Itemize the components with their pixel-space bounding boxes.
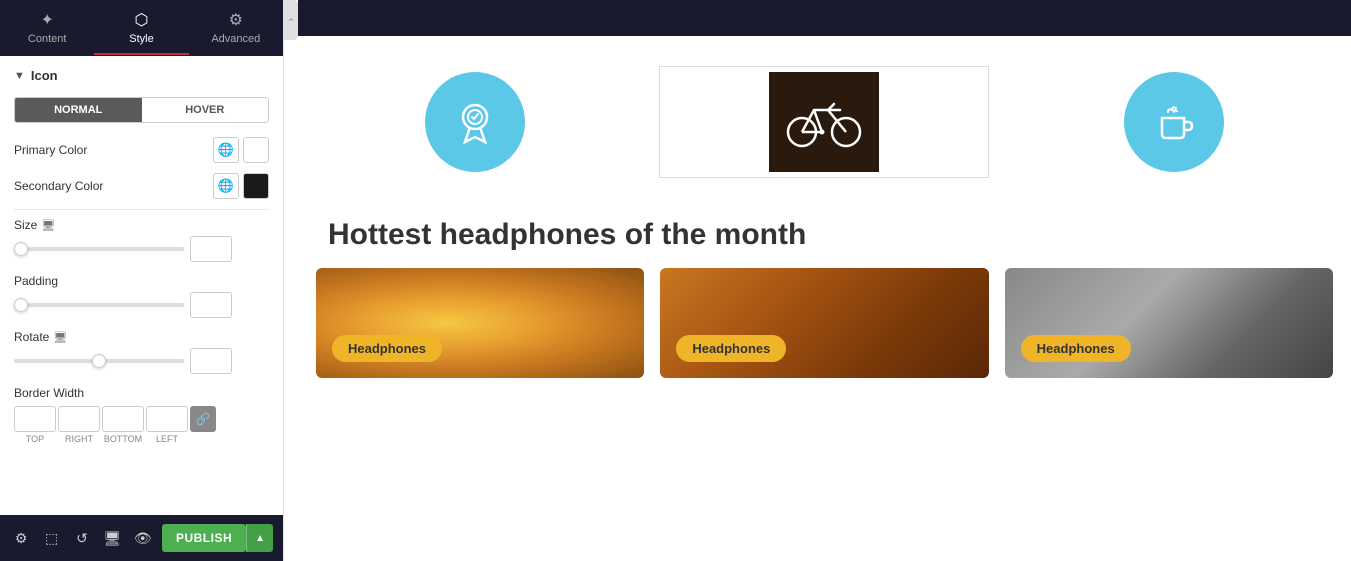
publish-dropdown-btn[interactable]: ▲ (246, 524, 273, 552)
hover-btn[interactable]: HOVER (142, 98, 269, 122)
bicycle-icon-box (659, 66, 989, 178)
tab-advanced[interactable]: ⚙ Advanced (189, 2, 283, 55)
size-controls (14, 236, 269, 262)
border-sub-labels: TOP RIGHT BOTTOM LEFT (14, 434, 269, 444)
rotate-input[interactable]: 0 (190, 348, 232, 374)
border-left-sub: LEFT (146, 434, 188, 444)
rotate-slider-row: Rotate 🖥 0 (14, 330, 269, 374)
secondary-color-controls: 🌐 (213, 173, 269, 199)
normal-btn[interactable]: NORMAL (15, 98, 142, 122)
size-slider-row: Size 🖥 (14, 218, 269, 262)
rotate-monitor-icon: 🖥 (53, 331, 67, 344)
panel-content: ▼ Icon NORMAL HOVER Primary Color 🌐 Seco… (0, 56, 283, 515)
border-top-input[interactable] (14, 406, 56, 432)
product-badge-3: Headphones (1021, 335, 1131, 362)
secondary-color-swatch[interactable] (243, 173, 269, 199)
bicycle-inner-box (769, 72, 879, 172)
tab-advanced-label: Advanced (211, 33, 260, 45)
border-left-input[interactable] (146, 406, 188, 432)
size-input[interactable] (190, 236, 232, 262)
secondary-color-label: Secondary Color (14, 179, 103, 193)
size-slider[interactable] (14, 247, 184, 251)
rotate-controls: 0 (14, 348, 269, 374)
product-badge-1: Headphones (332, 335, 442, 362)
bottom-toolbar: ⚙ ⬚ ↺ 🖥 👁 PUBLISH ▲ (0, 515, 283, 561)
primary-color-globe-btn[interactable]: 🌐 (213, 137, 239, 163)
history-icon-btn[interactable]: ↺ (71, 524, 93, 552)
publish-button[interactable]: PUBLISH (162, 524, 246, 552)
border-width-row: Border Width 🔗 TOP RIGHT BOTTOM LEFT (14, 386, 269, 444)
product-card-1: Headphones (316, 268, 644, 378)
padding-label: Padding (14, 274, 58, 288)
border-width-label: Border Width (14, 386, 269, 400)
products-row: Headphones Headphones Headphones (298, 268, 1351, 561)
tab-content[interactable]: ✦ Content (0, 2, 94, 55)
canvas-area: Hottest headphones of the month Headphon… (298, 36, 1351, 561)
secondary-color-globe-btn[interactable]: 🌐 (213, 173, 239, 199)
primary-color-row: Primary Color 🌐 (14, 137, 269, 163)
monitor-icon: 🖥 (41, 219, 55, 232)
primary-color-swatch[interactable] (243, 137, 269, 163)
tabs-bar: ✦ Content ⬡ Style ⚙ Advanced (0, 0, 283, 56)
publish-group: PUBLISH ▲ (162, 524, 273, 552)
border-right-sub: RIGHT (58, 434, 100, 444)
border-width-inputs: 🔗 (14, 406, 269, 432)
tab-style[interactable]: ⬡ Style (94, 2, 188, 55)
product-badge-2: Headphones (676, 335, 786, 362)
device-icon-btn[interactable]: 🖥 (101, 524, 123, 552)
advanced-icon: ⚙ (229, 10, 243, 30)
border-top-sub: TOP (14, 434, 56, 444)
normal-hover-toggle[interactable]: NORMAL HOVER (14, 97, 269, 123)
secondary-color-row: Secondary Color 🌐 (14, 173, 269, 199)
product-card-3: Headphones (1005, 268, 1333, 378)
settings-icon-btn[interactable]: ⚙ (10, 524, 32, 552)
padding-controls (14, 292, 269, 318)
section-label: Icon (31, 68, 58, 83)
border-link-btn[interactable]: 🔗 (190, 406, 216, 432)
rotate-label: Rotate 🖥 (14, 330, 67, 344)
tab-content-label: Content (28, 33, 67, 45)
bicycle-svg (784, 92, 864, 152)
main-area: Hottest headphones of the month Headphon… (298, 0, 1351, 561)
style-icon: ⬡ (135, 10, 149, 30)
icons-showcase (298, 36, 1351, 198)
padding-slider-row: Padding (14, 274, 269, 318)
award-svg (450, 97, 500, 147)
section-heading: Hottest headphones of the month (298, 198, 1351, 268)
padding-slider[interactable] (14, 303, 184, 307)
award-icon-circle (425, 72, 525, 172)
coffee-icon-circle (1124, 72, 1224, 172)
size-label: Size 🖥 (14, 218, 55, 232)
layers-icon-btn[interactable]: ⬚ (40, 524, 62, 552)
collapse-handle[interactable]: ‹ (284, 0, 298, 40)
tab-style-label: Style (129, 33, 153, 45)
border-right-input[interactable] (58, 406, 100, 432)
product-card-2: Headphones (660, 268, 988, 378)
border-bottom-input[interactable] (102, 406, 144, 432)
primary-color-controls: 🌐 (213, 137, 269, 163)
border-bottom-sub: BOTTOM (102, 434, 144, 444)
coffee-svg (1148, 96, 1200, 148)
divider-1 (14, 209, 269, 210)
content-icon: ✦ (40, 10, 53, 30)
primary-color-label: Primary Color (14, 143, 87, 157)
arrow-icon: ▼ (14, 70, 25, 82)
rotate-slider[interactable] (14, 359, 184, 363)
icon-section-header: ▼ Icon (14, 68, 269, 83)
padding-input[interactable] (190, 292, 232, 318)
top-bar (298, 0, 1351, 36)
preview-icon-btn[interactable]: 👁 (132, 524, 154, 552)
